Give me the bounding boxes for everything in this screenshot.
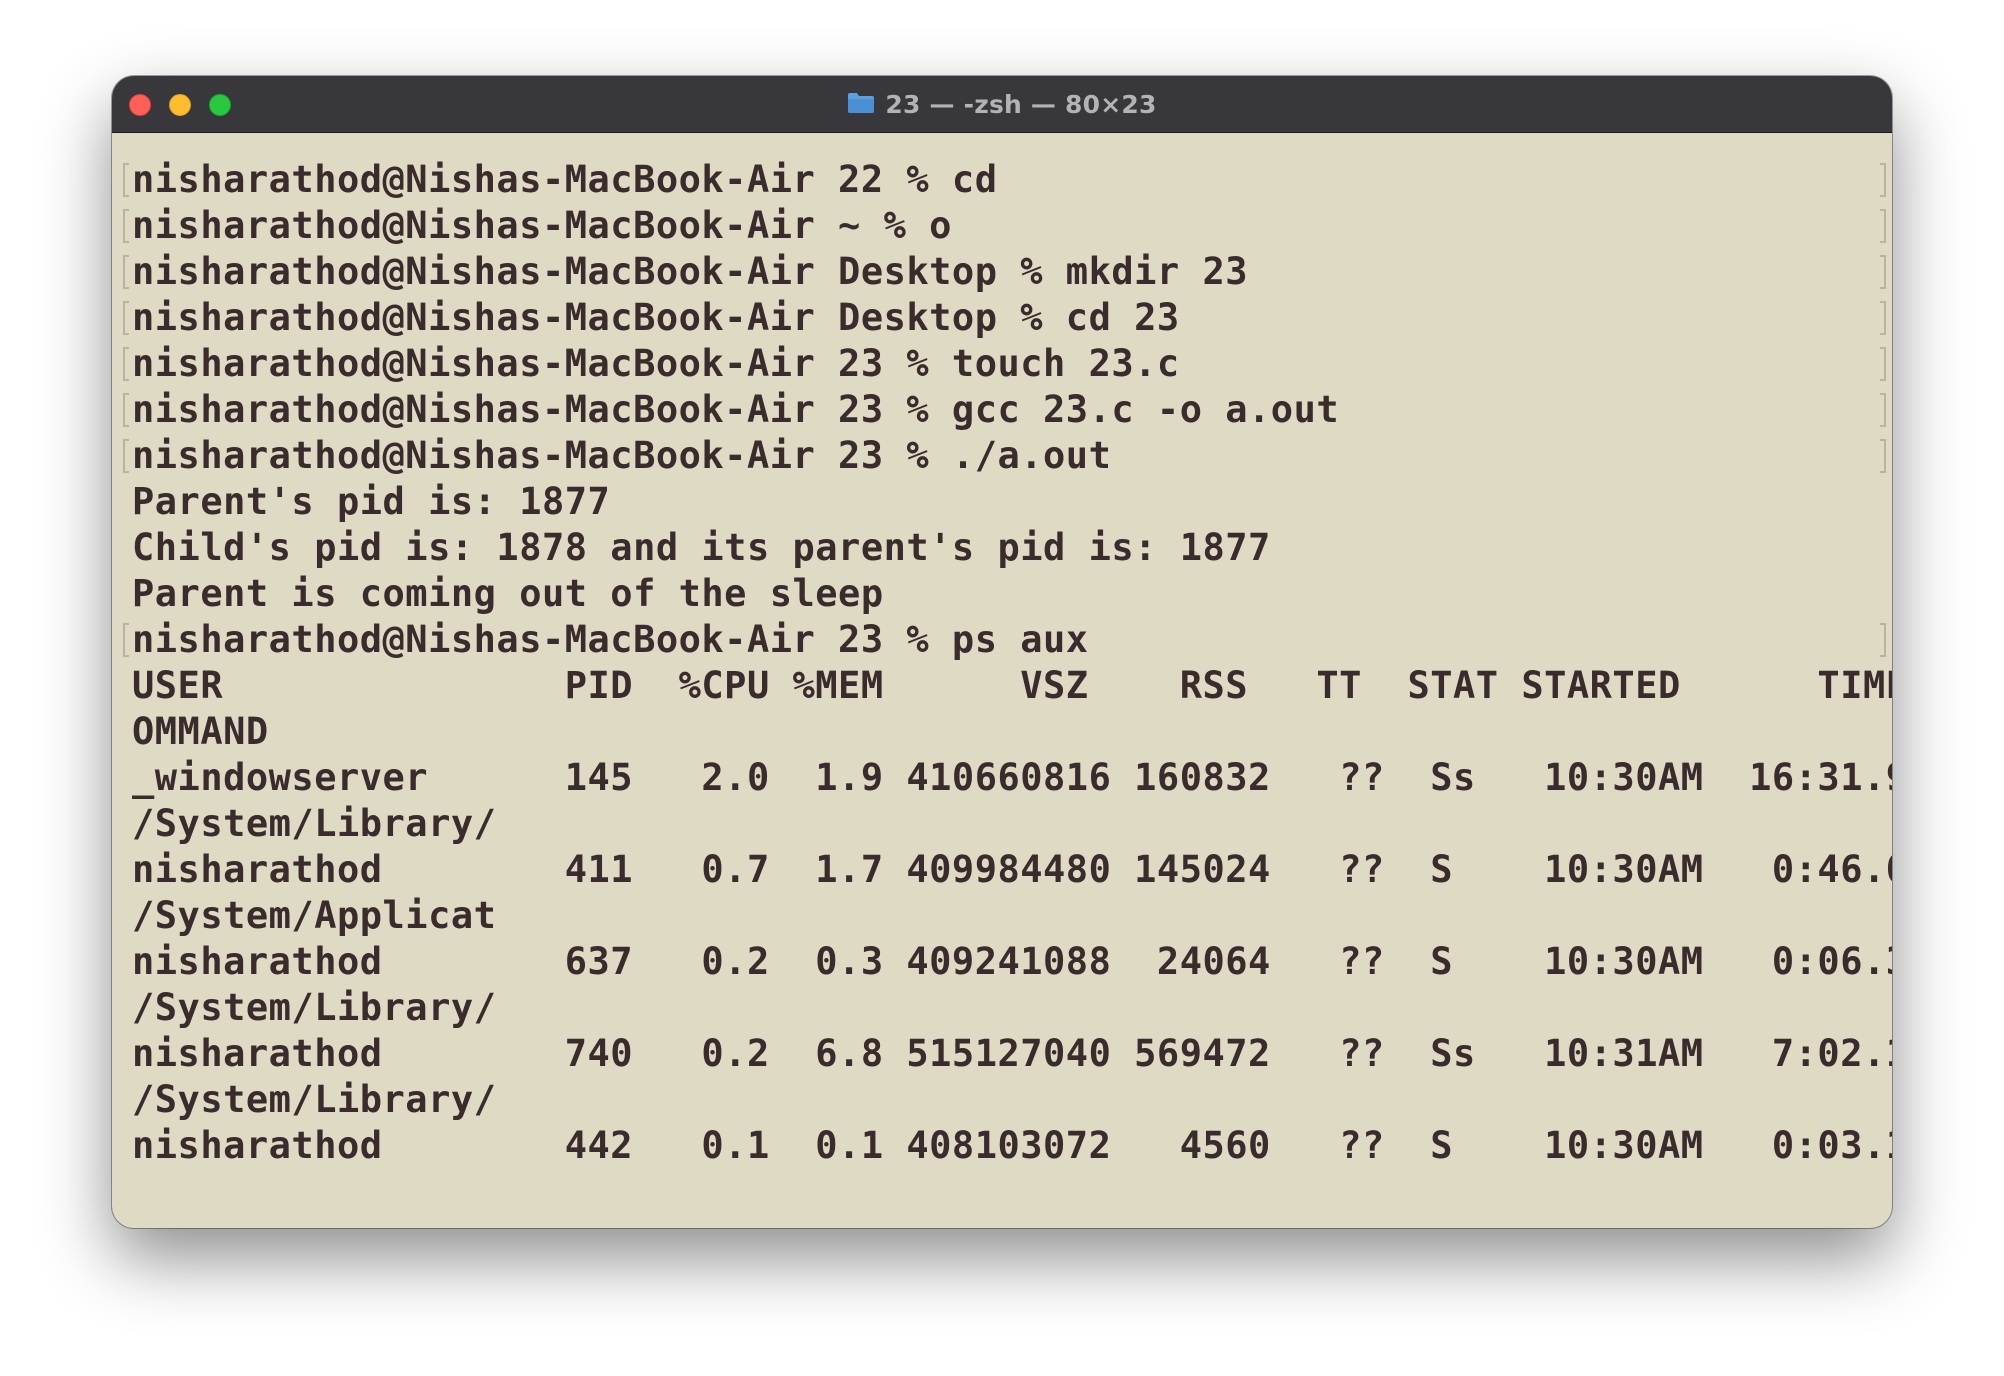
command-mark-left — [123, 347, 129, 381]
output-line: Parent's pid is: 1877 — [132, 480, 611, 523]
command-mark-right — [1880, 209, 1886, 243]
output-line: /System/Library/ — [132, 1078, 497, 1121]
command-mark-left — [123, 301, 129, 335]
command-mark-right — [1880, 301, 1886, 335]
window-title: 23 — -zsh — 80×23 — [885, 89, 1157, 119]
output-line: /System/Applicat — [132, 894, 497, 937]
prompt-line: nisharathod@Nishas-MacBook-Air 23 % gcc … — [132, 388, 1340, 431]
prompt-line: nisharathod@Nishas-MacBook-Air 23 % ps a… — [132, 618, 1089, 661]
terminal-window: 23 — -zsh — 80×23 nisharathod@Nishas-Mac… — [112, 76, 1892, 1228]
folder-icon — [848, 93, 875, 113]
output-line: OMMAND — [132, 710, 269, 753]
window-title-group: 23 — -zsh — 80×23 — [112, 76, 1892, 132]
command-mark-right — [1880, 347, 1886, 381]
prompt-line: nisharathod@Nishas-MacBook-Air 23 % touc… — [132, 342, 1180, 385]
prompt-line: nisharathod@Nishas-MacBook-Air Desktop %… — [132, 250, 1249, 293]
output-line: _windowserver 145 2.0 1.9 410660816 1608… — [132, 756, 1892, 799]
command-mark-right — [1880, 439, 1886, 473]
terminal-output[interactable]: nisharathod@Nishas-MacBook-Air 22 % cd ni… — [122, 133, 1892, 1223]
command-mark-left — [123, 393, 129, 427]
prompt-line: nisharathod@Nishas-MacBook-Air 22 % cd — [132, 158, 998, 201]
command-mark-left — [123, 623, 129, 657]
output-line: USER PID %CPU %MEM VSZ RSS TT STAT START… — [132, 664, 1892, 707]
command-mark-right — [1880, 255, 1886, 289]
title-bar[interactable]: 23 — -zsh — 80×23 — [112, 76, 1892, 133]
output-line: Parent is coming out of the sleep — [132, 572, 884, 615]
output-line: /System/Library/ — [132, 986, 497, 1029]
output-line: nisharathod 442 0.1 0.1 408103072 4560 ?… — [132, 1124, 1892, 1167]
command-mark-right — [1880, 393, 1886, 427]
output-line: nisharathod 411 0.7 1.7 409984480 145024… — [132, 848, 1892, 891]
prompt-line: nisharathod@Nishas-MacBook-Air Desktop %… — [132, 296, 1180, 339]
output-line: Child's pid is: 1878 and its parent's pi… — [132, 526, 1271, 569]
command-mark-left — [123, 255, 129, 289]
output-line: nisharathod 740 0.2 6.8 515127040 569472… — [132, 1032, 1892, 1075]
command-mark-right — [1880, 163, 1886, 197]
prompt-line: nisharathod@Nishas-MacBook-Air 23 % ./a.… — [132, 434, 1112, 477]
command-mark-left — [123, 163, 129, 197]
output-line: /System/Library/ — [132, 802, 497, 845]
prompt-line: nisharathod@Nishas-MacBook-Air ~ % o — [132, 204, 952, 247]
command-mark-left — [123, 439, 129, 473]
command-mark-right — [1880, 623, 1886, 657]
output-line: nisharathod 637 0.2 0.3 409241088 24064 … — [132, 940, 1892, 983]
command-mark-left — [123, 209, 129, 243]
